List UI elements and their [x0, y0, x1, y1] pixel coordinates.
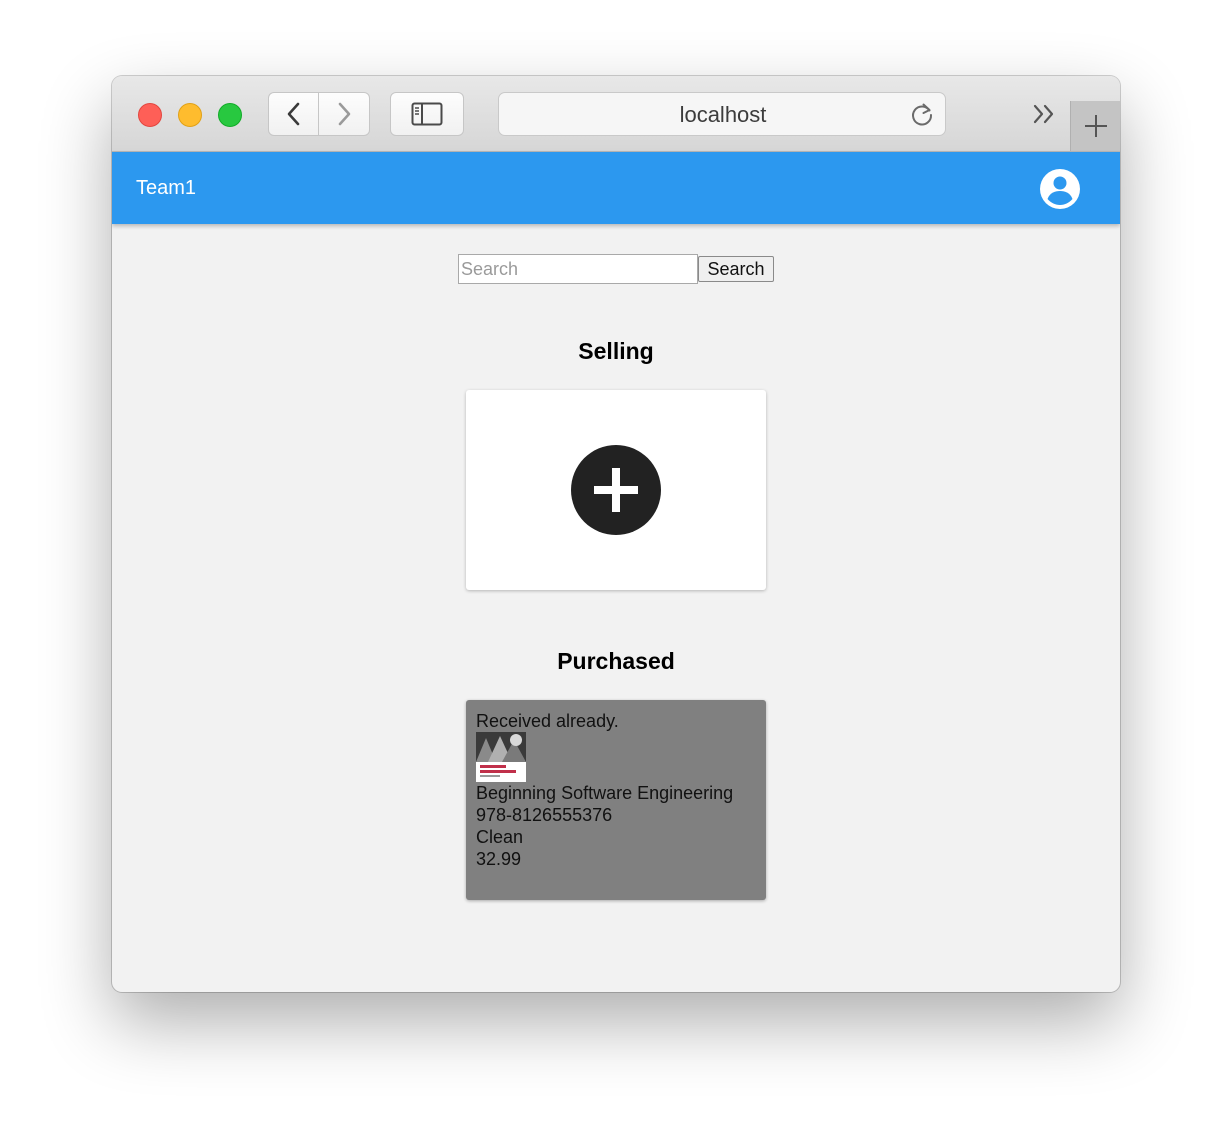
purchase-status: Received already.	[476, 711, 619, 731]
add-listing-card[interactable]	[466, 390, 766, 590]
purchased-title: Purchased	[557, 648, 675, 674]
zoom-window-button[interactable]	[218, 103, 242, 127]
selling-title: Selling	[578, 338, 654, 364]
chevron-right-icon	[338, 102, 351, 126]
purchased-item-card[interactable]: Received already. Beginning Software Eng…	[466, 700, 766, 900]
book-condition: Clean	[476, 827, 524, 847]
browser-toolbar: localhost	[112, 76, 1120, 152]
app-header: Team1	[112, 152, 1120, 224]
chevron-left-icon	[287, 102, 299, 126]
book-price: 32.99	[476, 849, 522, 869]
book-title: Beginning Software Engineering	[476, 783, 734, 803]
new-tab-button[interactable]	[1070, 101, 1120, 151]
reload-icon[interactable]	[909, 102, 935, 128]
minimize-window-button[interactable]	[178, 103, 202, 127]
plus-circle-icon	[571, 445, 661, 535]
account-circle-icon[interactable]	[1038, 167, 1082, 211]
chevrons-right-icon[interactable]	[1030, 100, 1060, 128]
book-isbn: 978-8126555376	[476, 805, 613, 825]
app-brand[interactable]: Team1	[136, 152, 196, 224]
search-button[interactable]: Search	[698, 256, 774, 282]
close-window-button[interactable]	[138, 103, 162, 127]
search-input[interactable]	[458, 254, 698, 284]
sidebar-toggle-button[interactable]	[390, 92, 464, 136]
back-button[interactable]	[268, 92, 319, 136]
browser-window: localhost Team1 Search Selling	[112, 76, 1120, 992]
forward-button[interactable]	[319, 92, 370, 136]
address-bar[interactable]: localhost	[498, 92, 946, 136]
book-cover-image	[476, 732, 526, 782]
sidebar-icon	[411, 102, 443, 126]
plus-icon	[1084, 115, 1107, 137]
address-text: localhost	[679, 102, 767, 127]
